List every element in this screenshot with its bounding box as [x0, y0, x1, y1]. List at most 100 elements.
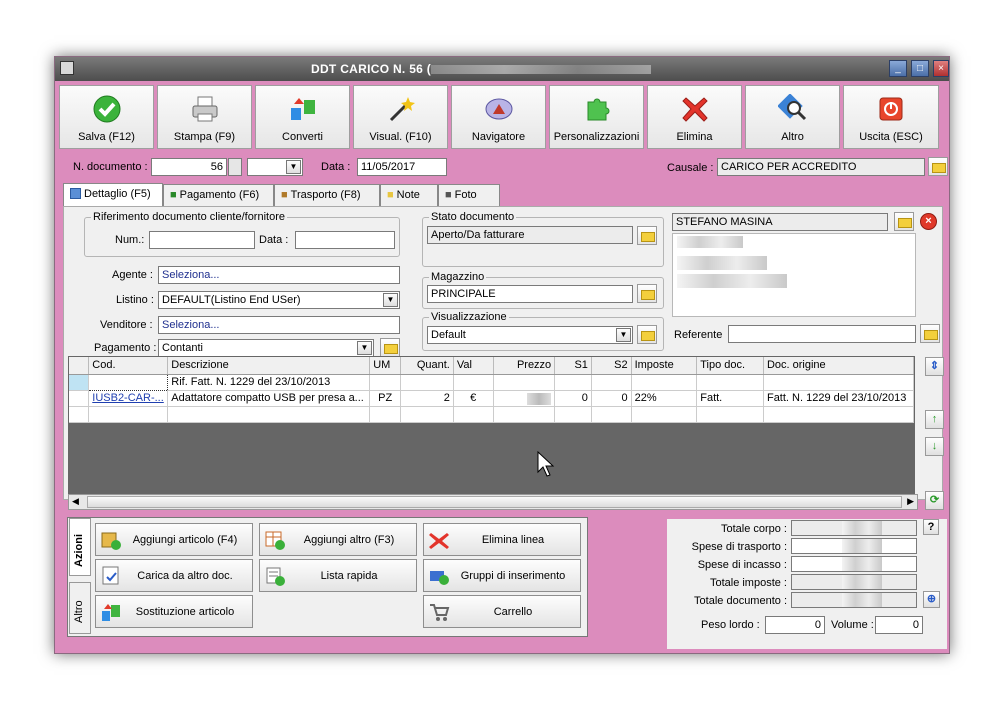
other-button[interactable]: Altro: [745, 85, 840, 149]
insert-groups-button[interactable]: Gruppi di inserimento: [423, 559, 581, 592]
table-cell[interactable]: [453, 406, 494, 423]
table-cell[interactable]: [369, 374, 402, 391]
table-row[interactable]: Rif. Fatt. N. 1229 del 23/10/2013: [69, 373, 915, 391]
collection-costs-field[interactable]: [791, 556, 917, 572]
add-article-button[interactable]: Aggiungi articolo (F4): [95, 523, 253, 556]
table-cell[interactable]: Adattatore compatto USB per presa a...: [167, 390, 371, 407]
table-cell[interactable]: [493, 406, 556, 423]
price-list-select[interactable]: DEFAULT(Listino End USer) ▼: [158, 291, 400, 309]
save-button[interactable]: Salva (F12): [59, 85, 154, 149]
shipping-costs-field[interactable]: [791, 538, 917, 554]
table-cell[interactable]: Fatt.: [696, 390, 764, 407]
gross-weight-field[interactable]: 0: [765, 616, 825, 634]
remove-customer-icon[interactable]: ×: [920, 213, 937, 230]
delete-button[interactable]: Elimina: [647, 85, 742, 149]
series-select[interactable]: ▼: [247, 158, 303, 176]
column-header[interactable]: UM: [369, 357, 402, 375]
table-cell[interactable]: [763, 374, 915, 391]
arrow-up-icon[interactable]: ↑: [925, 410, 944, 429]
table-cell[interactable]: [493, 390, 556, 407]
table-cell[interactable]: PZ: [369, 390, 402, 407]
view-select[interactable]: Default ▼: [427, 326, 633, 344]
customer-folder-icon[interactable]: [894, 212, 914, 231]
column-header[interactable]: Prezzo: [493, 357, 556, 375]
column-header[interactable]: Cod.: [88, 357, 169, 375]
causale-folder-icon[interactable]: [928, 157, 948, 176]
exit-button[interactable]: Uscita (ESC): [843, 85, 939, 149]
column-header[interactable]: Imposte: [631, 357, 698, 375]
table-cell[interactable]: 0: [591, 390, 632, 407]
tab-altro[interactable]: Altro: [69, 582, 91, 634]
column-header[interactable]: Quant.: [400, 357, 454, 375]
column-header[interactable]: S2: [591, 357, 632, 375]
refresh-icon[interactable]: ⟳: [925, 491, 944, 510]
doc-number-field[interactable]: 56: [151, 158, 227, 176]
warehouse-folder-icon[interactable]: [637, 284, 657, 303]
horizontal-scrollbar[interactable]: ◀ ▶: [68, 494, 918, 510]
quick-list-button[interactable]: Lista rapida: [259, 559, 417, 592]
reference-num-field[interactable]: [149, 231, 255, 249]
column-header[interactable]: Val: [453, 357, 494, 375]
convert-button[interactable]: Converti: [255, 85, 350, 149]
tab-azioni[interactable]: Azioni: [69, 518, 91, 576]
table-cell[interactable]: 0: [554, 390, 592, 407]
referente-field[interactable]: [728, 325, 916, 343]
print-button[interactable]: Stampa (F9): [157, 85, 252, 149]
table-cell[interactable]: [696, 406, 764, 423]
cart-button[interactable]: Carrello: [423, 595, 581, 628]
table-cell[interactable]: [167, 406, 371, 423]
maximize-button[interactable]: □: [911, 60, 929, 77]
navigator-button[interactable]: Navigatore: [451, 85, 546, 149]
table-cell[interactable]: [631, 374, 698, 391]
customize-button[interactable]: Personalizzazioni: [549, 85, 644, 149]
table-cell[interactable]: [763, 406, 915, 423]
customer-name-field[interactable]: STEFANO MASINA: [672, 213, 888, 231]
scroll-left-icon[interactable]: ◀: [72, 496, 79, 507]
table-row[interactable]: IUSB2-CAR-... Adattatore compatto USB per…: [69, 390, 915, 407]
volume-field[interactable]: 0: [875, 616, 923, 634]
scroll-right-icon[interactable]: ▶: [907, 496, 914, 507]
row-selector[interactable]: [69, 374, 90, 391]
help-button[interactable]: ?: [923, 519, 939, 535]
scroll-thumb[interactable]: [87, 496, 902, 508]
calculator-search-icon[interactable]: ⊕: [923, 591, 940, 608]
table-cell[interactable]: [493, 374, 556, 391]
table-cell[interactable]: €: [453, 390, 494, 407]
seller-field[interactable]: Seleziona...: [158, 316, 400, 334]
row-selector[interactable]: [69, 406, 90, 423]
table-cell[interactable]: Fatt. N. 1229 del 23/10/2013: [763, 390, 915, 407]
table-cell[interactable]: [554, 406, 592, 423]
doc-number-suffix[interactable]: [228, 158, 242, 176]
table-cell[interactable]: [591, 406, 632, 423]
table-cell[interactable]: [696, 374, 764, 391]
date-field[interactable]: 11/05/2017: [357, 158, 447, 176]
payment-folder-icon[interactable]: [380, 338, 400, 357]
table-cell[interactable]: [631, 406, 698, 423]
view-folder-icon[interactable]: [637, 325, 657, 344]
tab-trasporto[interactable]: ■ Trasporto (F8): [274, 184, 380, 206]
replace-article-button[interactable]: Sostituzione articolo: [95, 595, 253, 628]
table-cell[interactable]: [591, 374, 632, 391]
row-selector[interactable]: [69, 390, 90, 407]
causale-field[interactable]: CARICO PER ACCREDITO: [717, 158, 925, 176]
table-row[interactable]: [69, 406, 915, 423]
minimize-button[interactable]: _: [889, 60, 907, 77]
status-folder-icon[interactable]: [637, 226, 657, 245]
warehouse-field[interactable]: PRINCIPALE: [427, 285, 633, 303]
table-cell[interactable]: Rif. Fatt. N. 1229 del 23/10/2013: [167, 374, 371, 391]
agent-field[interactable]: Seleziona...: [158, 266, 400, 284]
reference-date-field[interactable]: [295, 231, 395, 249]
load-from-doc-button[interactable]: Carica da altro doc.: [95, 559, 253, 592]
table-cell[interactable]: IUSB2-CAR-...: [88, 390, 169, 407]
tab-note[interactable]: ■ Note: [380, 184, 438, 206]
tab-foto[interactable]: ■ Foto: [438, 184, 500, 206]
table-cell[interactable]: [88, 373, 169, 391]
payment-select[interactable]: Contanti ▼: [158, 339, 374, 357]
visual-button[interactable]: Visual. (F10): [353, 85, 448, 149]
table-cell[interactable]: [400, 374, 454, 391]
table-cell[interactable]: [369, 406, 402, 423]
table-cell[interactable]: [88, 406, 169, 423]
close-button[interactable]: ×: [933, 60, 949, 77]
tab-pagamento[interactable]: ■ Pagamento (F6): [163, 184, 274, 206]
column-header[interactable]: Tipo doc.: [696, 357, 764, 375]
